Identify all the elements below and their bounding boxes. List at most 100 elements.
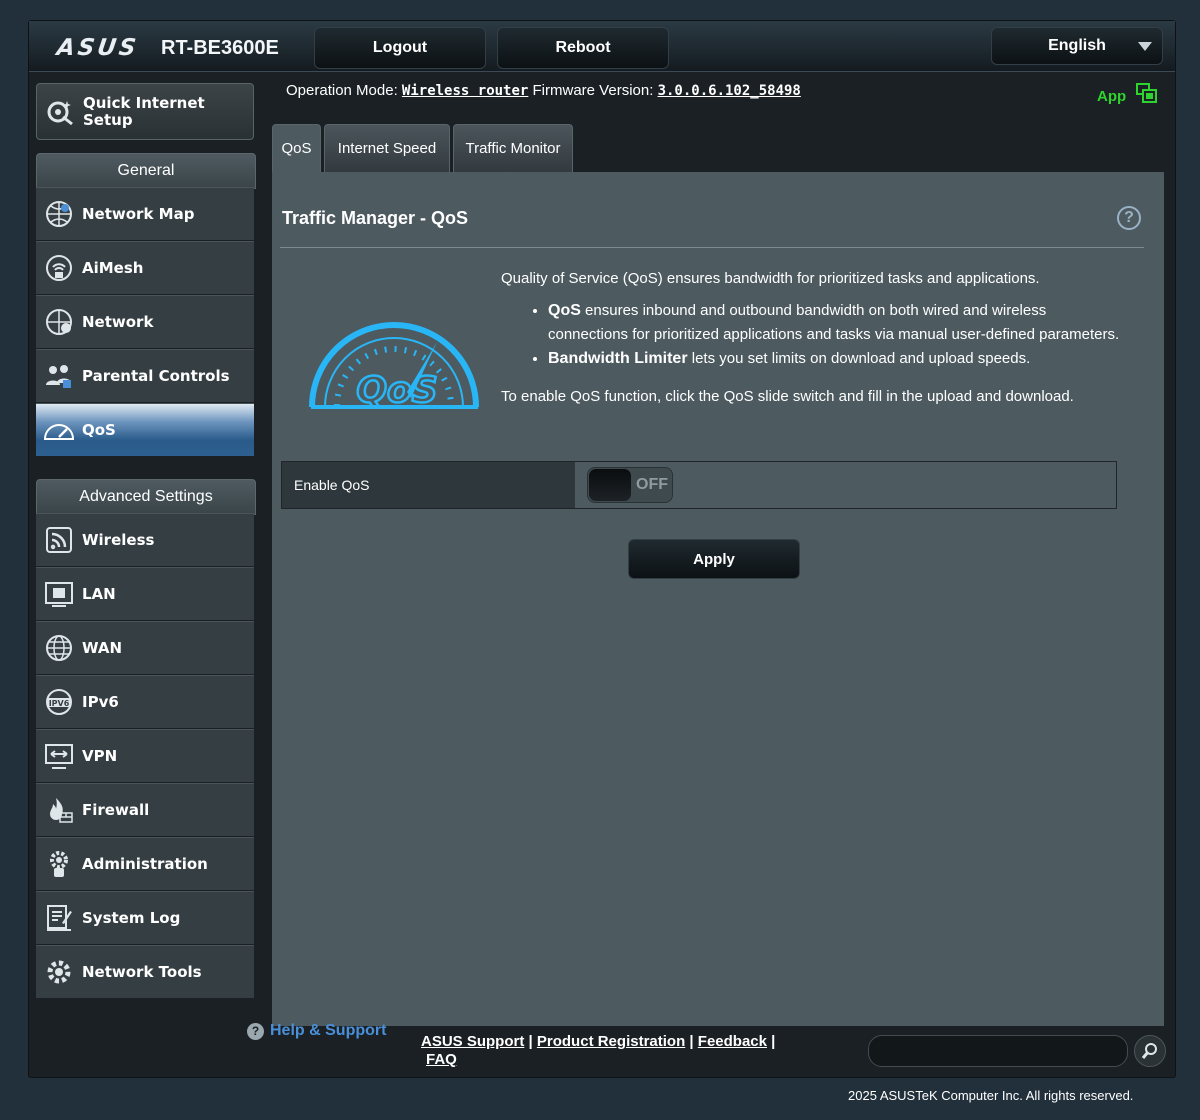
help-support: ? Help & Support [247, 1022, 386, 1040]
qos-icon [36, 403, 82, 457]
sidebar-item-aimesh[interactable]: AiMesh [36, 241, 254, 295]
sidebar-item-label: LAN [82, 585, 116, 603]
qos-description: Quality of Service (QoS) ensures bandwid… [501, 267, 1121, 409]
list-item: Bandwidth Limiter lets you set limits on… [548, 347, 1121, 371]
sidebar-item-label: QoS [82, 421, 116, 439]
feature-list: QoS ensures inbound and outbound bandwid… [501, 299, 1121, 371]
lan-icon [36, 567, 82, 621]
sidebar-item-administration[interactable]: Administration [36, 837, 254, 891]
app-devices-icon [1136, 83, 1158, 109]
toggle-knob [589, 469, 631, 501]
sidebar-item-lan[interactable]: LAN [36, 567, 254, 621]
status-line: Operation Mode: Wireless router Firmware… [286, 82, 801, 99]
sidebar-item-vpn[interactable]: VPN [36, 729, 254, 783]
firmware-label: Firmware Version: [532, 82, 654, 99]
sidebar-item-system-log[interactable]: System Log [36, 891, 254, 945]
sidebar-item-label: VPN [82, 747, 118, 765]
language-value: English [1048, 37, 1106, 54]
tab-traffic-monitor[interactable]: Traffic Monitor [453, 124, 573, 172]
sidebar-item-ipv6[interactable]: IPV6 IPv6 [36, 675, 254, 729]
model-name: RT-BE3600E [161, 37, 279, 59]
sidebar-item-network-tools[interactable]: Network Tools [36, 945, 254, 999]
sidebar-item-network-map[interactable]: Network Map [36, 187, 254, 241]
enable-qos-toggle[interactable]: OFF [587, 467, 673, 503]
vpn-icon [36, 729, 82, 783]
sidebar-item-label: System Log [82, 909, 181, 927]
search-input[interactable] [868, 1035, 1128, 1067]
top-bar: ASUS RT-BE3600E Logout Reboot English [29, 21, 1175, 72]
network-tools-icon [36, 945, 82, 999]
qos-logo-text: QoS [356, 370, 437, 411]
sidebar-item-label: Wireless [82, 531, 155, 549]
wizard-icon [37, 97, 83, 127]
product-registration-link[interactable]: Product Registration [537, 1033, 685, 1050]
list-item: QoS ensures inbound and outbound bandwid… [548, 299, 1121, 347]
faq-link[interactable]: FAQ [426, 1051, 457, 1068]
footer-links: ASUS Support | Product Registration | Fe… [421, 1033, 776, 1068]
general-header: General [36, 153, 256, 189]
sidebar-item-label: Network Map [82, 205, 195, 223]
sidebar-item-label: Parental Controls [82, 367, 230, 385]
enable-hint: To enable QoS function, click the QoS sl… [501, 388, 1074, 405]
help-circle-icon: ? [247, 1022, 264, 1040]
wireless-icon [36, 513, 82, 567]
administration-icon [36, 837, 82, 891]
language-select[interactable]: English [991, 27, 1163, 65]
sidebar-item-label: Network [82, 313, 154, 331]
advanced-settings-header: Advanced Settings [36, 479, 256, 515]
qos-logo: QoS [307, 302, 482, 417]
help-icon[interactable]: ? [1117, 206, 1141, 230]
router-frame: ASUS RT-BE3600E Logout Reboot English Qu… [28, 20, 1176, 1078]
qos-panel: Traffic Manager - QoS ? QoS Quality of S… [272, 172, 1164, 1026]
operation-mode-link[interactable]: Wireless router [402, 83, 528, 99]
chevron-down-icon [1138, 42, 1152, 51]
sidebar-item-label: WAN [82, 639, 123, 657]
feedback-link[interactable]: Feedback [698, 1033, 767, 1050]
parental-controls-icon [36, 349, 82, 403]
asus-logo: ASUS [55, 35, 141, 61]
quick-internet-setup-label: Quick Internet Setup [83, 93, 205, 129]
wan-icon [36, 621, 82, 675]
asus-support-link[interactable]: ASUS Support [421, 1033, 524, 1050]
network-icon [36, 295, 82, 349]
network-map-icon [36, 187, 82, 241]
tab-internet-speed[interactable]: Internet Speed [324, 124, 450, 172]
tab-qos[interactable]: QoS [272, 124, 321, 172]
sidebar-item-label: IPv6 [82, 693, 119, 711]
apply-button[interactable]: Apply [628, 539, 800, 579]
enable-qos-row: Enable QoS OFF [281, 461, 1117, 509]
reboot-button[interactable]: Reboot [497, 27, 669, 69]
help-support-label: Help & Support [270, 1022, 387, 1039]
logout-button[interactable]: Logout [314, 27, 486, 69]
sidebar-item-label: Firewall [82, 801, 150, 819]
general-menu: Network Map AiMesh Network Parental Cont… [36, 187, 254, 457]
sidebar-item-parental-controls[interactable]: Parental Controls [36, 349, 254, 403]
sidebar-item-qos[interactable]: QoS [36, 403, 254, 457]
sidebar-item-label: AiMesh [82, 259, 144, 277]
search-icon [1141, 1043, 1157, 1059]
copyright: 2025 ASUSTeK Computer Inc. All rights re… [848, 1088, 1134, 1103]
firmware-version-link[interactable]: 3.0.0.6.102_58498 [658, 83, 801, 99]
svg-text:IPV6: IPV6 [49, 699, 70, 708]
quick-internet-setup-button[interactable]: Quick Internet Setup [36, 83, 254, 140]
sidebar-item-label: Network Tools [82, 963, 202, 981]
intro-text: Quality of Service (QoS) ensures bandwid… [501, 270, 1040, 287]
toggle-state: OFF [636, 476, 668, 493]
search-button[interactable] [1134, 1035, 1166, 1067]
sidebar-item-label: Administration [82, 855, 208, 873]
app-label: App [1097, 87, 1127, 105]
firewall-icon [36, 783, 82, 837]
divider [280, 247, 1144, 248]
ipv6-icon: IPV6 [36, 675, 82, 729]
system-log-icon [36, 891, 82, 945]
sidebar-item-firewall[interactable]: Firewall [36, 783, 254, 837]
app-link[interactable]: App [1097, 83, 1158, 109]
operation-mode-label: Operation Mode: [286, 82, 398, 99]
advanced-menu: Wireless LAN WAN IPV6 IPv6 VPN Firewall … [36, 513, 254, 999]
sidebar-item-wireless[interactable]: Wireless [36, 513, 254, 567]
sidebar-item-wan[interactable]: WAN [36, 621, 254, 675]
aimesh-icon [36, 241, 82, 295]
enable-qos-label: Enable QoS [282, 462, 575, 508]
sidebar-item-network[interactable]: Network [36, 295, 254, 349]
page-title: Traffic Manager - QoS [282, 208, 469, 228]
